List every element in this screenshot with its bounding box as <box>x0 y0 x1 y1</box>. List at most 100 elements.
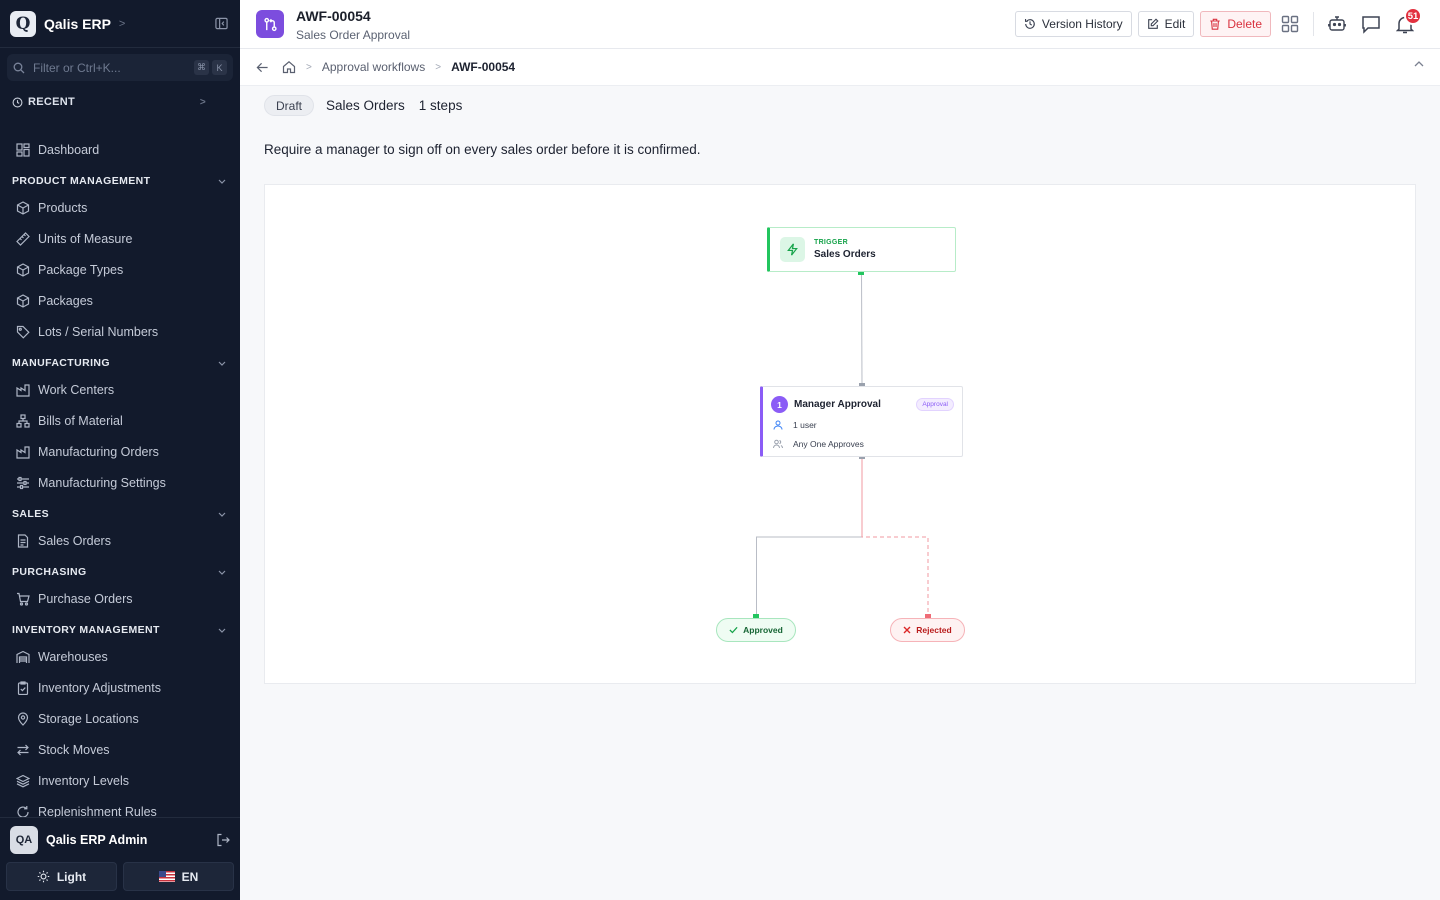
layers-icon <box>15 773 31 789</box>
sidebar-item-label: Units of Measure <box>38 231 133 246</box>
chevron-down-icon <box>218 357 226 369</box>
sidebar-item-inventory-levels[interactable]: Inventory Levels <box>0 765 240 796</box>
trash-icon <box>1209 18 1221 30</box>
chevron-up-icon[interactable] <box>1414 61 1424 67</box>
k-key: K <box>212 60 227 75</box>
edit-button[interactable]: Edit <box>1137 11 1195 37</box>
approval-step-node[interactable]: 1 Manager Approval Approval 1 user Any O… <box>760 386 963 457</box>
version-history-button[interactable]: Version History <box>1014 11 1132 37</box>
lightning-icon <box>780 237 805 262</box>
x-icon <box>903 626 911 634</box>
section-inventory-management[interactable]: INVENTORY MANAGEMENT <box>0 619 240 641</box>
sidebar-header: Q Qalis ERP > <box>0 0 240 48</box>
top-bar: AWF-00054 Sales Order Approval Version H… <box>240 0 1440 49</box>
sidebar-item-storage-locations[interactable]: Storage Locations <box>0 703 240 734</box>
chevron-down-icon <box>218 175 226 187</box>
sidebar-item-bills-of-material[interactable]: Bills of Material <box>0 405 240 436</box>
breadcrumb-current: AWF-00054 <box>451 60 516 74</box>
sidebar-item-units-of-measure[interactable]: Units of Measure <box>0 223 240 254</box>
sidebar-item-label: Work Centers <box>38 382 115 397</box>
box-icon <box>15 262 31 278</box>
language-label: EN <box>181 869 199 884</box>
sidebar-item-warehouses[interactable]: Warehouses <box>0 641 240 672</box>
sidebar-filter-input[interactable]: Filter or Ctrl+K... ⌘ K <box>7 54 233 81</box>
sidebar-item-manufacturing-orders[interactable]: Manufacturing Orders <box>0 436 240 467</box>
section-title: INVENTORY MANAGEMENT <box>12 624 160 636</box>
notifications-button[interactable]: 51 <box>1388 7 1422 39</box>
sidebar-item-dashboard[interactable]: Dashboard <box>0 134 240 165</box>
sidebar-item-products[interactable]: Products <box>0 192 240 223</box>
assistant-button[interactable] <box>1320 9 1354 39</box>
sidebar-item-replenishment-rules[interactable]: Replenishment Rules <box>0 796 240 818</box>
step-number: 1 <box>771 396 788 413</box>
section-manufacturing[interactable]: MANUFACTURING <box>0 352 240 374</box>
sidebar-item-work-centers[interactable]: Work Centers <box>0 374 240 405</box>
chevron-right-icon: > <box>306 61 312 73</box>
sidebar-item-label: Sales Orders <box>38 533 111 548</box>
avatar[interactable]: QA <box>10 826 38 854</box>
trigger-node[interactable]: TRIGGER Sales Orders <box>767 227 956 272</box>
sidebar-item-purchase-orders[interactable]: Purchase Orders <box>0 583 240 614</box>
us-flag-icon <box>158 871 175 882</box>
sidebar-item-label: Replenishment Rules <box>38 804 157 819</box>
sliders-icon <box>15 475 31 491</box>
sidebar-item-label: Warehouses <box>38 649 108 664</box>
tag-icon <box>15 324 31 340</box>
messages-button[interactable] <box>1354 9 1388 39</box>
sidebar-item-packages[interactable]: Packages <box>0 285 240 316</box>
back-arrow-icon[interactable] <box>256 61 269 74</box>
app-name[interactable]: Qalis ERP <box>44 16 111 32</box>
edit-icon <box>1147 18 1159 30</box>
apps-grid-button[interactable] <box>1273 9 1307 39</box>
breadcrumb-parent-link[interactable]: Approval workflows <box>322 60 425 74</box>
step-rule: Any One Approves <box>773 439 864 449</box>
home-icon[interactable] <box>282 60 296 74</box>
workflow-canvas[interactable]: TRIGGER Sales Orders 1 Manager Approval … <box>264 184 1416 684</box>
sidebar-item-inventory-adjustments[interactable]: Inventory Adjustments <box>0 672 240 703</box>
version-history-label: Version History <box>1041 17 1123 31</box>
sidebar-item-label: Manufacturing Orders <box>38 444 159 459</box>
edge-step-to-rejected <box>861 457 929 617</box>
approvers-count: 1 user <box>793 420 817 430</box>
delete-button[interactable]: Delete <box>1200 11 1271 37</box>
sidebar-item-lots-serial-numbers[interactable]: Lots / Serial Numbers <box>0 316 240 347</box>
warehouse-icon <box>15 649 31 665</box>
language-button[interactable]: EN <box>123 862 234 891</box>
theme-toggle-button[interactable]: Light <box>6 862 117 891</box>
trigger-name: Sales Orders <box>814 249 876 260</box>
app-logo[interactable]: Q <box>10 10 36 37</box>
cmd-key: ⌘ <box>194 60 209 75</box>
clock-icon <box>12 97 23 108</box>
approved-end-node[interactable]: Approved <box>716 618 796 642</box>
box-icon <box>15 293 31 309</box>
steps-count: 1 steps <box>418 98 463 113</box>
step-name: Manager Approval <box>794 399 881 410</box>
sidebar-item-manufacturing-settings[interactable]: Manufacturing Settings <box>0 467 240 498</box>
section-sales[interactable]: SALES <box>0 503 240 525</box>
document-icon <box>15 533 31 549</box>
robot-icon <box>1328 15 1346 33</box>
logout-icon[interactable] <box>216 833 230 847</box>
filter-placeholder: Filter or Ctrl+K... <box>33 60 121 75</box>
arrows-left-right-icon <box>15 742 31 758</box>
rejected-label: Rejected <box>916 625 952 635</box>
map-pin-icon <box>15 711 31 727</box>
factory-icon <box>15 382 31 398</box>
user-profile[interactable]: QA Qalis ERP Admin <box>0 818 240 862</box>
section-purchasing[interactable]: PURCHASING <box>0 561 240 583</box>
recent-toggle[interactable]: RECENT > <box>0 87 240 117</box>
sidebar-item-label: Package Types <box>38 262 124 277</box>
sidebar-item-sales-orders[interactable]: Sales Orders <box>0 525 240 556</box>
chat-icon <box>1361 15 1381 34</box>
document-type: Sales Orders <box>326 98 405 113</box>
sidebar-item-stock-moves[interactable]: Stock Moves <box>0 734 240 765</box>
section-product-management[interactable]: PRODUCT MANAGEMENT <box>0 170 240 192</box>
chevron-down-icon <box>218 624 226 636</box>
sidebar-item-package-types[interactable]: Package Types <box>0 254 240 285</box>
chevron-right-icon[interactable]: > <box>119 18 125 30</box>
sidebar-collapse-icon[interactable] <box>212 15 230 33</box>
section-title: MANUFACTURING <box>12 357 110 369</box>
rejected-end-node[interactable]: Rejected <box>890 618 965 642</box>
approved-label: Approved <box>743 625 783 635</box>
section-title: PRODUCT MANAGEMENT <box>12 175 151 187</box>
